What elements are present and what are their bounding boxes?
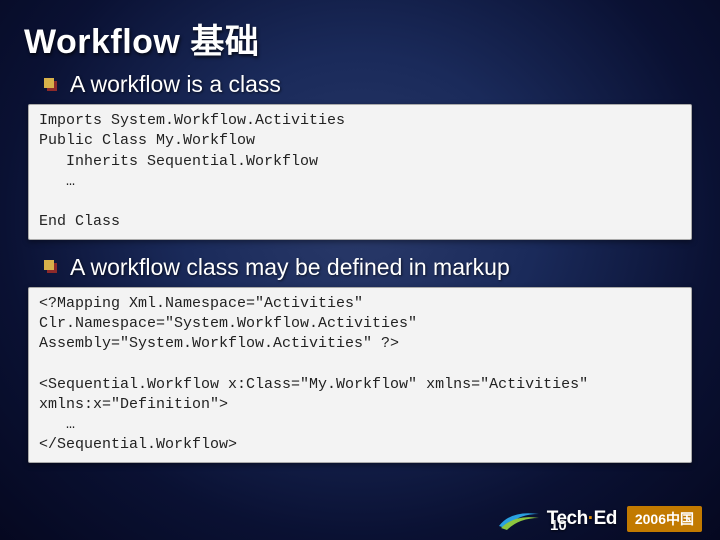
bullet-icon <box>44 260 58 274</box>
brand-logo: Tech·Ed <box>497 508 617 530</box>
footer: Tech·Ed 2006中国 <box>497 508 702 534</box>
slide-title: Workflow 基础 <box>24 14 696 63</box>
swoosh-icon <box>497 508 541 530</box>
bullet-text: A workflow class may be defined in marku… <box>70 254 510 281</box>
brand-post: Ed <box>594 508 617 529</box>
bullet-row: A workflow is a class <box>44 71 696 98</box>
bullet-row: A workflow class may be defined in marku… <box>44 254 696 281</box>
bullet-icon <box>44 78 58 92</box>
slide: Workflow 基础 A workflow is a class Import… <box>0 0 720 540</box>
bullet-text: A workflow is a class <box>70 71 281 98</box>
brand-name: Tech·Ed <box>547 508 617 530</box>
brand-pre: Tech <box>547 508 588 529</box>
code-block: <?Mapping Xml.Namespace="Activities" Clr… <box>28 287 692 463</box>
code-block: Imports System.Workflow.Activities Publi… <box>28 104 692 240</box>
year-badge: 2006中国 <box>627 506 702 532</box>
